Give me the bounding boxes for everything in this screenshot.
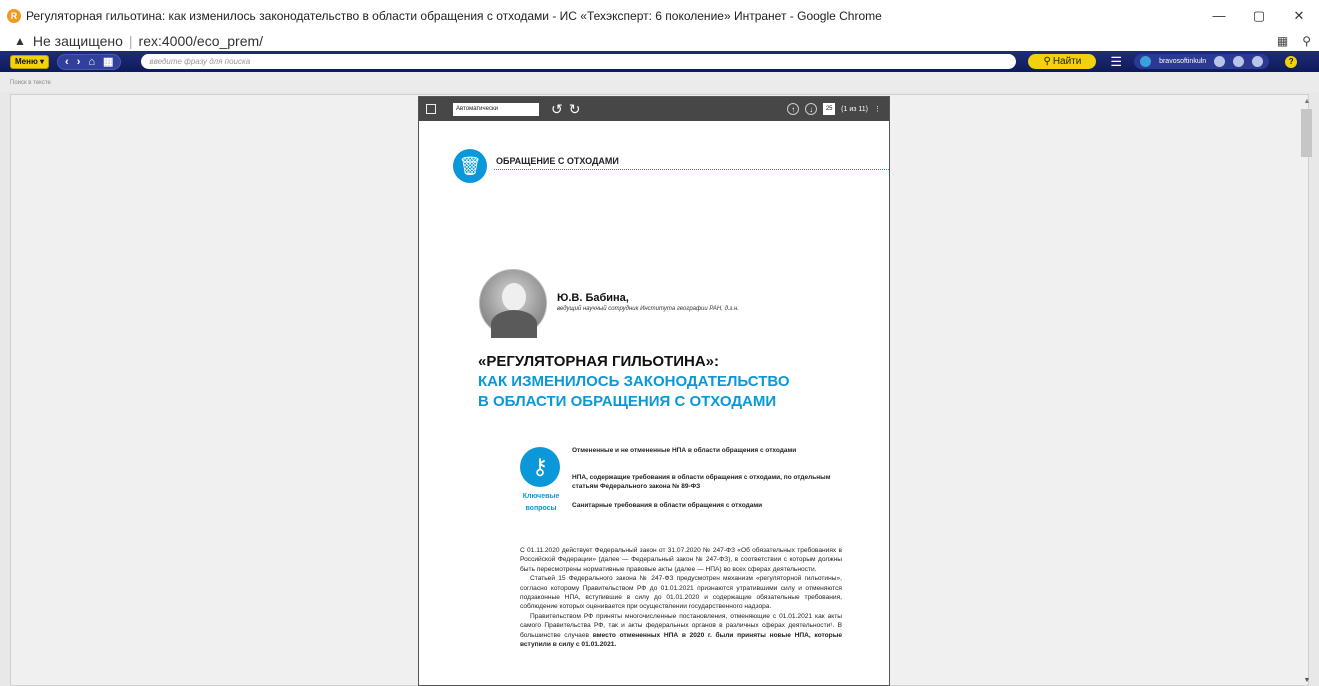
pdf-toolbar: Автоматически ↺ ↻ ↑ ↓ 25 (1 из 11) ⋮ <box>419 97 889 121</box>
close-icon[interactable]: ✕ <box>1279 0 1319 31</box>
key-question: НПА, содержащие требования в области обр… <box>572 474 831 490</box>
window-titlebar: R Регуляторная гильотина: как изменилось… <box>0 0 1319 31</box>
zoom-icon[interactable]: ⚲ <box>1302 34 1311 48</box>
key-question: Санитарные требования в области обращени… <box>572 502 763 509</box>
search-input[interactable]: введите фразу для поиска <box>141 54 1017 69</box>
home-icon[interactable]: ⌂ <box>88 56 95 68</box>
headline-line-2: КАК ИЗМЕНИЛОСЬ ЗАКОНОДАТЕЛЬСТВО <box>478 373 790 390</box>
folder-icon[interactable] <box>1214 56 1226 67</box>
author-description: ведущий научный сотрудник Института геог… <box>557 306 739 312</box>
page-count: (1 из 11) <box>841 105 868 113</box>
page-number-input[interactable]: 25 <box>823 103 836 115</box>
apps-grid-icon[interactable]: ▦ <box>103 55 113 68</box>
prev-page-icon[interactable]: ↑ <box>787 103 800 115</box>
key-label-line-2: вопросы <box>525 505 557 512</box>
scrollbar-thumb[interactable] <box>1301 109 1312 157</box>
pdf-page: 🗑 ОБРАЩЕНИЕ С ОТХОДАМИ Ю.В. Бабина, веду… <box>419 121 889 685</box>
headline-line-1: «РЕГУЛЯТОРНАЯ ГИЛЬОТИНА»: <box>478 353 720 370</box>
window-controls: — ▢ ✕ <box>1199 0 1319 31</box>
pdf-viewer: Автоматически ↺ ↻ ↑ ↓ 25 (1 из 11) ⋮ 🗑 О… <box>418 96 890 686</box>
paragraph: Правительством РФ приняты многочисленные… <box>520 612 842 650</box>
search-icon: ⚲ <box>1043 56 1051 67</box>
find-label: Найти <box>1052 56 1082 67</box>
author-name: Ю.В. Бабина, <box>557 292 629 304</box>
more-options-icon[interactable]: ⋮ <box>874 105 881 113</box>
maximize-icon[interactable]: ▢ <box>1239 0 1279 31</box>
author-photo-body <box>491 310 537 338</box>
scroll-down-icon[interactable]: ▼ <box>1301 677 1313 684</box>
section-title: ОБРАЩЕНИЕ С ОТХОДАМИ <box>496 156 619 166</box>
window-title: Регуляторная гильотина: как изменилось з… <box>26 8 882 23</box>
author-photo-head <box>502 283 526 311</box>
next-page-icon[interactable]: ↓ <box>805 103 818 115</box>
rotate-controls: ↺ ↻ <box>551 101 580 118</box>
user-avatar-icon <box>1140 56 1152 67</box>
sidebar-toggle-icon[interactable] <box>426 104 436 114</box>
settings-icon[interactable] <box>1233 56 1245 67</box>
viewer-scrollbar[interactable]: ▲ ▼ <box>1301 98 1313 686</box>
address-separator: | <box>128 33 133 49</box>
app-toolbar: Меню ▾ ‹ › ⌂ ▦ введите фразу для поиска … <box>0 51 1319 72</box>
article-body: С 01.11.2020 действует Федеральный закон… <box>520 546 842 649</box>
section-divider <box>494 169 889 170</box>
author-photo <box>479 269 547 338</box>
sub-toolbar: Поиск в тексте <box>0 72 1319 92</box>
search-in-text-link[interactable]: Поиск в тексте <box>10 80 51 86</box>
key-questions-label: Ключевые вопросы <box>518 491 564 515</box>
address-bar[interactable]: ▲ Не защищено | rex:4000/eco_prem/ ▦ ⚲ <box>0 31 1319 51</box>
username: bravosoftinkuln <box>1159 58 1207 65</box>
menu-button[interactable]: Меню ▾ <box>10 54 50 69</box>
pdf-page-controls: ↑ ↓ 25 (1 из 11) ⋮ <box>787 97 881 121</box>
trash-icon: 🗑 <box>453 149 487 183</box>
back-icon[interactable]: ‹ <box>65 56 69 68</box>
warning-icon[interactable]: ▲ <box>14 34 26 48</box>
clock-icon[interactable] <box>1252 56 1264 67</box>
minimize-icon[interactable]: — <box>1199 0 1239 31</box>
find-button[interactable]: ⚲ Найти <box>1028 54 1097 69</box>
nav-group: ‹ › ⌂ ▦ <box>57 53 122 70</box>
url-text[interactable]: rex:4000/eco_prem/ <box>139 33 264 49</box>
address-actions: ▦ ⚲ <box>1277 31 1311 51</box>
rotate-left-icon[interactable]: ↺ <box>551 101 563 118</box>
key-icon: ⚷ <box>520 447 560 487</box>
user-panel[interactable]: bravosoftinkuln <box>1134 54 1270 69</box>
scale-select[interactable]: Автоматически <box>453 102 539 116</box>
paragraph: С 01.11.2020 действует Федеральный закон… <box>520 547 842 573</box>
security-label[interactable]: Не защищено <box>33 33 123 49</box>
scroll-up-icon[interactable]: ▲ <box>1301 98 1313 105</box>
headline-line-3: В ОБЛАСТИ ОБРАЩЕНИЯ С ОТХОДАМИ <box>478 393 777 410</box>
key-question: Отмененные и не отмененные НПА в области… <box>572 447 797 454</box>
app-icon: R <box>7 8 21 23</box>
forward-icon[interactable]: › <box>77 56 81 68</box>
qr-code-icon[interactable]: ▦ <box>1277 34 1288 48</box>
hamburger-menu-icon[interactable]: ☰ <box>1110 54 1122 70</box>
paragraph: Статьей 15 Федерального закона № 247-ФЗ … <box>520 575 842 611</box>
help-icon[interactable]: ? <box>1285 55 1298 68</box>
key-label-line-1: Ключевые <box>522 493 560 500</box>
rotate-right-icon[interactable]: ↻ <box>569 101 581 118</box>
